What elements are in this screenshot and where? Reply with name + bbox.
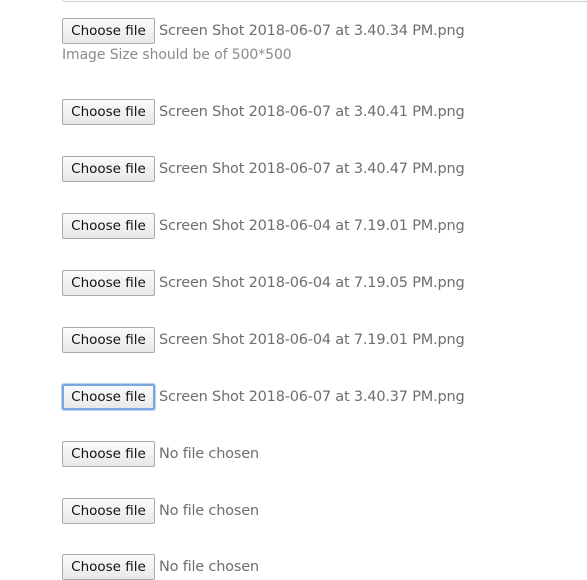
file-name-6: Screen Shot 2018-06-04 at 7.19.01 PM.png: [159, 332, 465, 348]
choose-file-button-8[interactable]: Choose file: [62, 441, 155, 467]
file-upload-4: Choose file Screen Shot 2018-06-04 at 7.…: [62, 213, 465, 239]
choose-file-button-7[interactable]: Choose file: [62, 384, 155, 410]
file-upload-5: Choose file Screen Shot 2018-06-04 at 7.…: [62, 270, 465, 296]
file-name-7: Screen Shot 2018-06-07 at 3.40.37 PM.png: [159, 389, 465, 405]
file-name-9: No file chosen: [159, 503, 259, 519]
file-upload-3: Choose file Screen Shot 2018-06-07 at 3.…: [62, 156, 465, 182]
file-name-8: No file chosen: [159, 446, 259, 462]
choose-file-button-5[interactable]: Choose file: [62, 270, 155, 296]
choose-file-button-4[interactable]: Choose file: [62, 213, 155, 239]
choose-file-button-2[interactable]: Choose file: [62, 99, 155, 125]
choose-file-button-1[interactable]: Choose file: [62, 18, 155, 44]
file-upload-2: Choose file Screen Shot 2018-06-07 at 3.…: [62, 99, 465, 125]
previous-field-border: [62, 0, 587, 2]
file-upload-8: Choose file No file chosen: [62, 441, 259, 467]
choose-file-button-6[interactable]: Choose file: [62, 327, 155, 353]
file-name-4: Screen Shot 2018-06-04 at 7.19.01 PM.png: [159, 218, 465, 234]
choose-file-button-9[interactable]: Choose file: [62, 498, 155, 524]
file-upload-10: Choose file No file chosen: [62, 554, 259, 580]
file-upload-6: Choose file Screen Shot 2018-06-04 at 7.…: [62, 327, 465, 353]
choose-file-button-3[interactable]: Choose file: [62, 156, 155, 182]
file-upload-1: Choose file Screen Shot 2018-06-07 at 3.…: [62, 18, 465, 44]
file-name-1: Screen Shot 2018-06-07 at 3.40.34 PM.png: [159, 23, 465, 39]
file-upload-9: Choose file No file chosen: [62, 498, 259, 524]
file-name-2: Screen Shot 2018-06-07 at 3.40.41 PM.png: [159, 104, 465, 120]
file-name-10: No file chosen: [159, 559, 259, 575]
file-name-5: Screen Shot 2018-06-04 at 7.19.05 PM.png: [159, 275, 465, 291]
image-size-hint: Image Size should be of 500*500: [62, 47, 292, 63]
file-name-3: Screen Shot 2018-06-07 at 3.40.47 PM.png: [159, 161, 465, 177]
choose-file-button-10[interactable]: Choose file: [62, 554, 155, 580]
file-upload-7: Choose file Screen Shot 2018-06-07 at 3.…: [62, 384, 465, 410]
